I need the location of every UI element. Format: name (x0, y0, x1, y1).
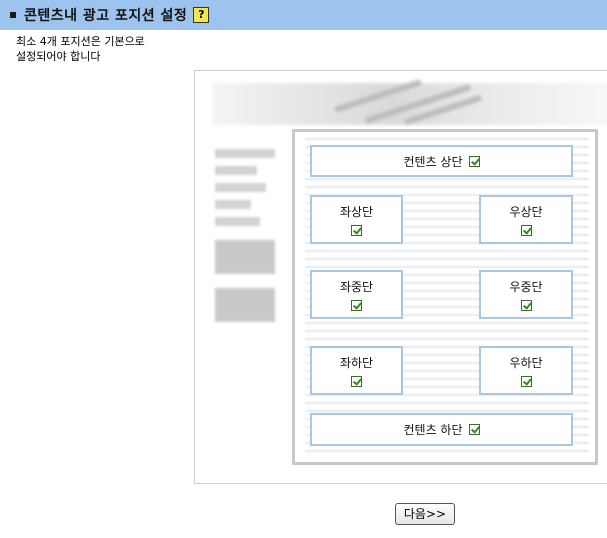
mock-page-header-image (213, 79, 607, 126)
right-mid-checkbox[interactable] (520, 300, 532, 311)
slot-right-bottom: 우하단 (479, 346, 573, 395)
slot-left-bottom: 좌하단 (310, 346, 403, 395)
left-top-checkbox[interactable] (351, 225, 362, 236)
slot-label: 우중단 (509, 280, 543, 294)
description-line-2: 설정되어야 합니다 (16, 50, 101, 63)
right-top-checkbox[interactable] (520, 225, 532, 236)
layout-preview: 컨텐츠 상단 좌상단 우상단 좌중단 우중단 좌하단 우하단 컨텐츠 하단 (194, 70, 607, 484)
slot-right-mid: 우중단 (479, 270, 573, 319)
left-mid-checkbox[interactable] (351, 300, 362, 311)
slot-content-bottom: 컨텐츠 하단 (310, 413, 573, 446)
slot-label: 컨텐츠 상단 (403, 154, 463, 169)
slot-label: 좌상단 (339, 205, 374, 219)
section-title: 콘텐츠내 광고 포지션 설정 (24, 8, 188, 24)
next-button[interactable]: 다음>> (395, 503, 455, 525)
mock-sidebar (215, 149, 275, 339)
content-bottom-checkbox[interactable] (468, 424, 480, 435)
slot-label: 좌중단 (339, 280, 374, 294)
section-header: 콘텐츠내 광고 포지션 설정 ? (0, 0, 607, 30)
description: 최소 4개 포지션은 기본으로 설정되어야 합니다 (16, 34, 176, 64)
slot-label: 컨텐츠 하단 (403, 423, 463, 437)
content-top-checkbox[interactable] (468, 155, 480, 167)
slot-left-mid: 좌중단 (310, 270, 403, 319)
slot-label: 우하단 (509, 356, 543, 370)
right-bottom-checkbox[interactable] (520, 376, 532, 387)
slot-left-top: 좌상단 (310, 195, 403, 244)
slot-right-top: 우상단 (479, 195, 573, 244)
help-icon[interactable]: ? (193, 7, 210, 23)
description-line-1: 최소 4개 포지션은 기본으로 (16, 35, 145, 48)
slot-label: 우상단 (509, 205, 543, 219)
bullet-icon (10, 12, 16, 18)
content-frame: 컨텐츠 상단 좌상단 우상단 좌중단 우중단 좌하단 우하단 컨텐츠 하단 (292, 129, 598, 465)
left-bottom-checkbox[interactable] (351, 376, 362, 387)
slot-label: 좌하단 (339, 356, 374, 370)
slot-content-top: 컨텐츠 상단 (310, 145, 573, 177)
